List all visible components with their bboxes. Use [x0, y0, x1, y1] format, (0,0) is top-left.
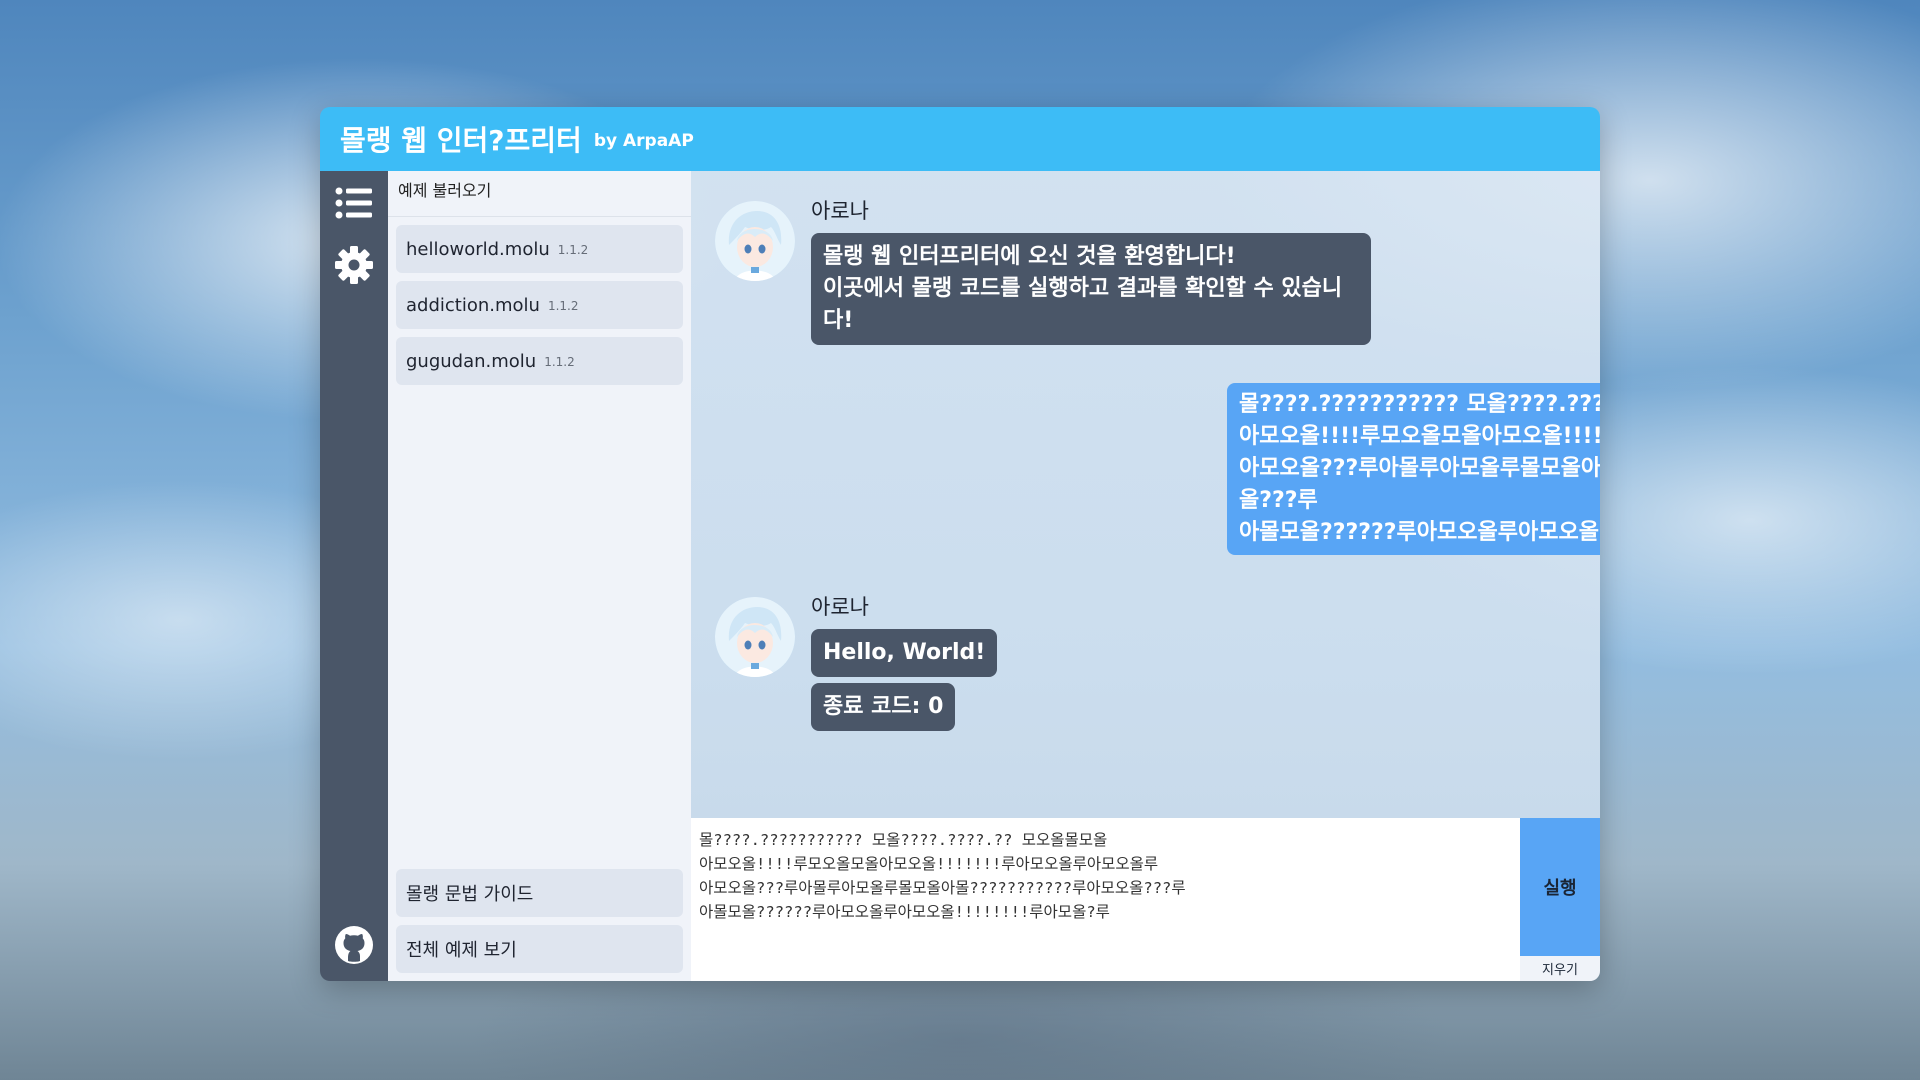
- bot-avatar: [715, 201, 795, 281]
- example-item-gugudan[interactable]: gugudan.molu 1.1.2: [396, 337, 683, 385]
- example-version: 1.1.2: [557, 243, 589, 257]
- all-examples-button[interactable]: 전체 예제 보기: [396, 925, 683, 973]
- syntax-guide-button[interactable]: 몰랭 문법 가이드: [396, 869, 683, 917]
- welcome-message: 몰랭 웹 인터프리터에 오신 것을 환영합니다! 이곳에서 몰랭 코드를 실행하…: [811, 233, 1371, 345]
- example-name: addiction.molu: [406, 294, 540, 316]
- example-item-helloworld[interactable]: helloworld.molu 1.1.2: [396, 225, 683, 273]
- bot-name: 아로나: [811, 595, 869, 619]
- editor-line: 아몰모올??????루아모오올루아모오올!!!!!!!!루아모올?루: [699, 903, 1110, 921]
- chat-area: 아로나 몰랭 웹 인터프리터에 오신 것을 환영합니다! 이곳에서 몰랭 코드를…: [691, 171, 1600, 818]
- user-code-line: 아모오올!!!!루모오올모올아모오올!!!!!!!루아모오올루아모오올루: [1239, 424, 1600, 449]
- welcome-line: 이곳에서 몰랭 코드를 실행하고 결과를 확인할 수 있습니: [823, 276, 1343, 301]
- example-version: 1.1.2: [544, 355, 575, 369]
- output-text: Hello, World!: [823, 640, 986, 665]
- github-icon[interactable]: [334, 925, 374, 965]
- example-item-addiction[interactable]: addiction.molu 1.1.2: [396, 281, 683, 329]
- list-icon[interactable]: [334, 183, 374, 223]
- bot-name: 아로나: [811, 199, 869, 223]
- user-code-line: 몰????.??????????? 모올????.????.?? 모오올몰모올: [1239, 392, 1600, 417]
- example-version: 1.1.2: [547, 299, 579, 313]
- icon-rail: [320, 171, 388, 981]
- clear-button[interactable]: 지우기: [1520, 956, 1600, 981]
- editor-line: 몰????.??????????? 모올????.????.?? 모오올몰모올: [699, 831, 1108, 849]
- welcome-line: 다!: [823, 308, 854, 333]
- examples-panel: 예제 불러오기 helloworld.molu 1.1.2 addiction.…: [388, 171, 691, 981]
- run-label: 실행: [1543, 878, 1577, 899]
- user-code-message: 몰????.??????????? 모올????.????.?? 모오올몰모올 …: [1227, 383, 1600, 555]
- clear-label: 지우기: [1542, 963, 1578, 978]
- output-message: Hello, World!: [811, 629, 998, 677]
- syntax-guide-label: 몰랭 문법 가이드: [406, 884, 534, 905]
- app-window: 몰랭 웹 인터?프리터 by ArpaAP 예제 불러오기 helloworld…: [320, 107, 1600, 981]
- bot-avatar: [715, 597, 795, 677]
- all-examples-label: 전체 예제 보기: [406, 940, 517, 961]
- editor-line: 아모오올!!!!루모오올모올아모오올!!!!!!!루아모오올루아모오올루: [699, 855, 1159, 873]
- example-name: helloworld.molu: [406, 238, 550, 260]
- exit-code-message: 종료 코드: 0: [811, 683, 956, 731]
- user-code-line: 올???루: [1239, 488, 1318, 513]
- example-name: gugudan.molu: [406, 350, 537, 372]
- examples-header: 예제 불러오기: [388, 171, 691, 217]
- run-button[interactable]: 실행: [1520, 818, 1600, 956]
- editor-line: 아모오올???루아몰루아모올루몰모올아몰???????????루아모오올???루: [699, 879, 1186, 897]
- welcome-line: 몰랭 웹 인터프리터에 오신 것을 환영합니다!: [823, 244, 1236, 269]
- exit-code-text: 종료 코드: 0: [823, 694, 944, 719]
- app-title: 몰랭 웹 인터?프리터: [340, 124, 582, 157]
- app-author: by ArpaAP: [593, 131, 694, 151]
- gear-icon[interactable]: [334, 245, 374, 285]
- code-editor[interactable]: 몰????.??????????? 모올????.????.?? 모오올몰모올아…: [691, 818, 1520, 981]
- user-code-line: 아몰모올??????루아모오올루아모오올!!!!!!!!루아모올?루: [1239, 520, 1600, 545]
- title-bar: 몰랭 웹 인터?프리터 by ArpaAP: [320, 107, 1600, 171]
- user-code-line: 아모오올???루아몰루아모올루몰모올아몰???????????루아모오: [1239, 456, 1600, 481]
